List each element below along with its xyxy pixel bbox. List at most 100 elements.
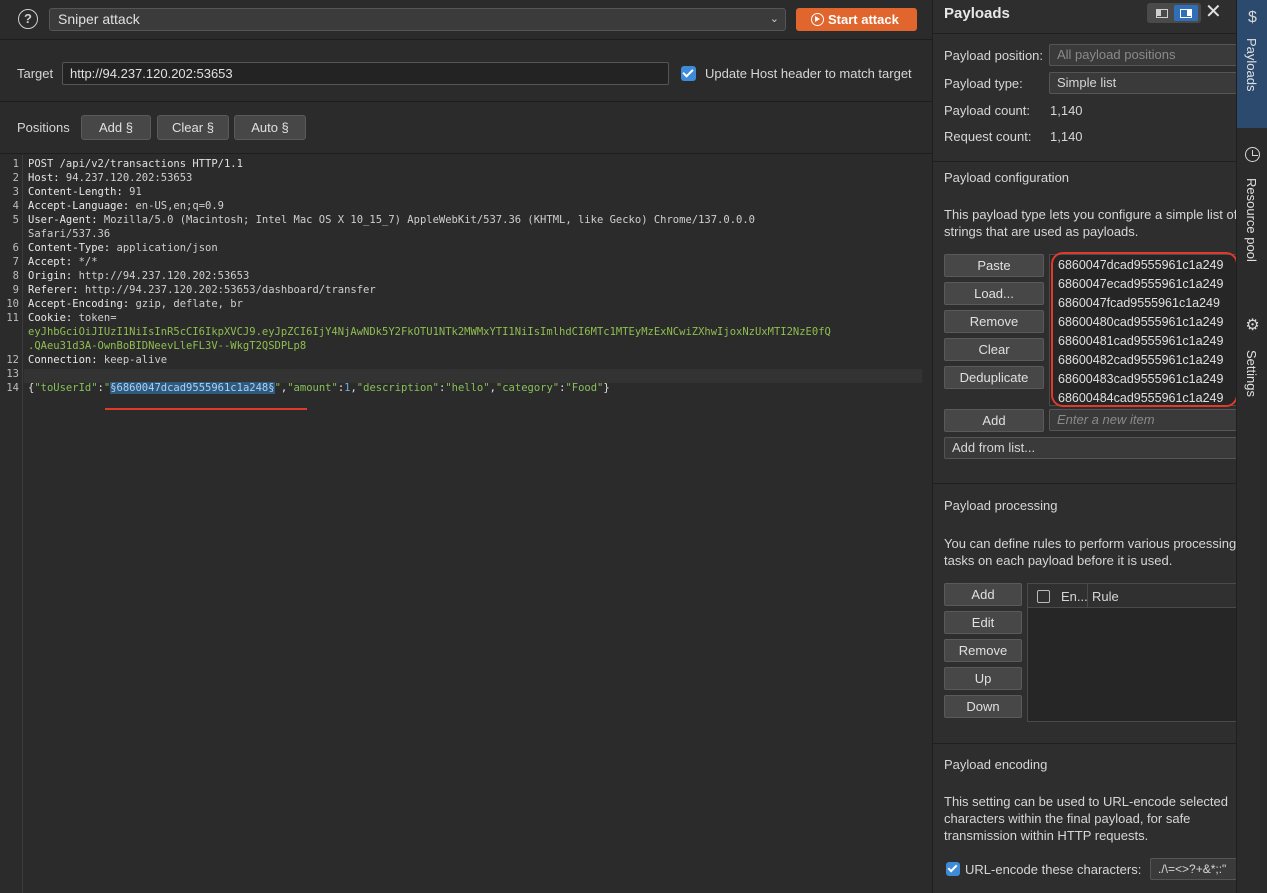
request-count-value: 1,140 [1050,129,1083,144]
header-value: */* [72,256,98,268]
add-from-list-select[interactable]: Add from list... [944,437,1236,459]
tab-resource-pool-label: Resource pool [1244,178,1259,262]
payload-position-marker[interactable]: §6860047dcad9555961c1a248§ [110,382,275,394]
processing-description: You can define rules to perform various … [944,536,1236,568]
layout-panel-button[interactable] [1174,5,1198,21]
positions-row: Positions Add § Clear § Auto § [0,102,932,154]
line-number: 10 [6,298,19,310]
new-item-input[interactable]: Enter a new item [1049,409,1236,431]
start-attack-button[interactable]: Start attack [796,8,917,31]
cookie-token-wrap: .QAeu31d3A-OwnBoBIDNeevLleFL3V--WkgT2QSD… [28,340,307,352]
header-key: User-Agent: [28,214,98,226]
header-key: Connection: [28,354,98,366]
down-rule-button[interactable]: Down [944,695,1022,718]
update-host-checkbox[interactable] [681,66,696,81]
json-string: "Food" [565,382,604,394]
rules-table[interactable]: En... Rule [1027,583,1236,722]
current-line-highlight [24,369,922,383]
add-item-button[interactable]: Add [944,409,1044,432]
payloads-panel-title: Payloads [944,5,1010,22]
header-accept-language: Accept-Language: en-US,en;q=0.9 [28,200,224,212]
header-value: Mozilla/5.0 (Macintosh; Intel Mac OS X 1… [97,214,755,226]
header-value: http://94.237.120.202:53653 [72,270,250,282]
line-number: 2 [12,172,19,184]
tab-resource-pool[interactable]: Resource pool [1237,140,1267,290]
header-key: Content-Type: [28,242,111,254]
line-number: 11 [6,312,19,324]
column-rule[interactable]: Rule [1092,589,1119,604]
tab-payloads-label: Payloads [1244,38,1259,92]
cookie-token: eyJhbGciOiJIUzI1NiIsInR5cCI6IkpXVCJ9.eyJ… [28,326,831,338]
line-number: 8 [12,270,19,282]
load-button[interactable]: Load... [944,282,1044,305]
start-attack-label: Start attack [828,12,899,27]
header-host: Host: 94.237.120.202:53653 [28,172,192,184]
header-key: Host: [28,172,60,184]
request-editor[interactable]: 1 2 3 4 5 6 7 8 9 10 11 12 13 14 POST /a… [0,155,932,893]
column-enabled[interactable]: En... [1061,589,1088,604]
header-user-agent-wrap: Safari/537.36 [28,228,110,240]
json-punct: } [603,382,610,394]
clear-marker-button[interactable]: Clear § [157,115,229,140]
header-key: Cookie: [28,312,73,324]
header-cookie: Cookie: token= [28,312,117,324]
tab-settings[interactable]: ⚙ Settings [1237,312,1267,432]
config-description: This payload type lets you configure a s… [944,207,1236,239]
layout-split-icon [1156,9,1168,18]
header-key: Origin: [28,270,73,282]
auto-marker-button[interactable]: Auto § [234,115,306,140]
select-all-checkbox[interactable] [1037,590,1050,603]
processing-title: Payload processing [944,498,1058,513]
positions-label: Positions [17,120,70,135]
payload-position-select[interactable]: All payload positions [1049,44,1236,66]
deduplicate-button[interactable]: Deduplicate [944,366,1044,389]
view-toggle[interactable] [1147,3,1201,23]
line-number: 14 [6,382,19,394]
dollar-icon: $ [1248,9,1257,26]
header-key: Accept-Language: [28,200,130,212]
close-icon[interactable]: ✕ [1205,2,1222,22]
line-number-gutter: 1 2 3 4 5 6 7 8 9 10 11 12 13 14 [0,155,23,893]
up-rule-button[interactable]: Up [944,667,1022,690]
target-input[interactable]: http://94.237.120.202:53653 [62,62,669,85]
json-key: "amount" [287,382,338,394]
header-key: Content-Length: [28,186,123,198]
remove-rule-button[interactable]: Remove [944,639,1022,662]
config-title: Payload configuration [944,170,1070,185]
line-number: 3 [12,186,19,198]
payload-type-select[interactable]: Simple list [1049,72,1236,94]
header-value: 94.237.120.202:53653 [59,172,193,184]
payloads-panel: Payloads ✕ Payload position: All payload… [932,0,1236,893]
attack-type-select[interactable]: Sniper attack ⌄ [49,8,786,31]
clear-payloads-button[interactable]: Clear [944,338,1044,361]
add-marker-button[interactable]: Add § [81,115,151,140]
header-value: Safari/537.36 [28,228,111,240]
url-encode-chars-input[interactable]: ./\=<>?+&*;:" [1150,858,1236,880]
help-icon[interactable]: ? [18,9,38,29]
url-encode-checkbox[interactable] [946,862,960,876]
header-value: token= [72,312,117,324]
remove-payload-button[interactable]: Remove [944,310,1044,333]
attack-type-value: Sniper attack [58,11,140,27]
header-user-agent: User-Agent: Mozilla/5.0 (Macintosh; Inte… [28,214,755,226]
chevron-down-icon: ⌄ [769,13,779,25]
layout-split-button[interactable] [1150,5,1173,21]
target-row: Target http://94.237.120.202:53653 Updat… [0,40,932,102]
encoding-title: Payload encoding [944,757,1048,772]
payload-position-label: Payload position: [944,48,1044,63]
tab-payloads[interactable]: $ Payloads [1237,0,1267,128]
header-value: keep-alive [97,354,168,366]
header-referer: Referer: http://94.237.120.202:53653/das… [28,284,376,296]
request-line: POST /api/v2/transactions HTTP/1.1 [28,158,243,170]
payload-list-annotation [1051,252,1236,407]
header-value: http://94.237.120.202:53653/dashboard/tr… [78,284,376,296]
paste-button[interactable]: Paste [944,254,1044,277]
side-tab-bar: $ Payloads Resource pool ⚙ Settings [1236,0,1267,893]
rules-table-header: En... Rule [1028,584,1236,608]
header-value: application/json [110,242,218,254]
json-key: "description" [356,382,439,394]
play-icon [811,13,824,26]
add-rule-button[interactable]: Add [944,583,1022,606]
url-encode-label: URL-encode these characters: [965,862,1142,877]
edit-rule-button[interactable]: Edit [944,611,1022,634]
